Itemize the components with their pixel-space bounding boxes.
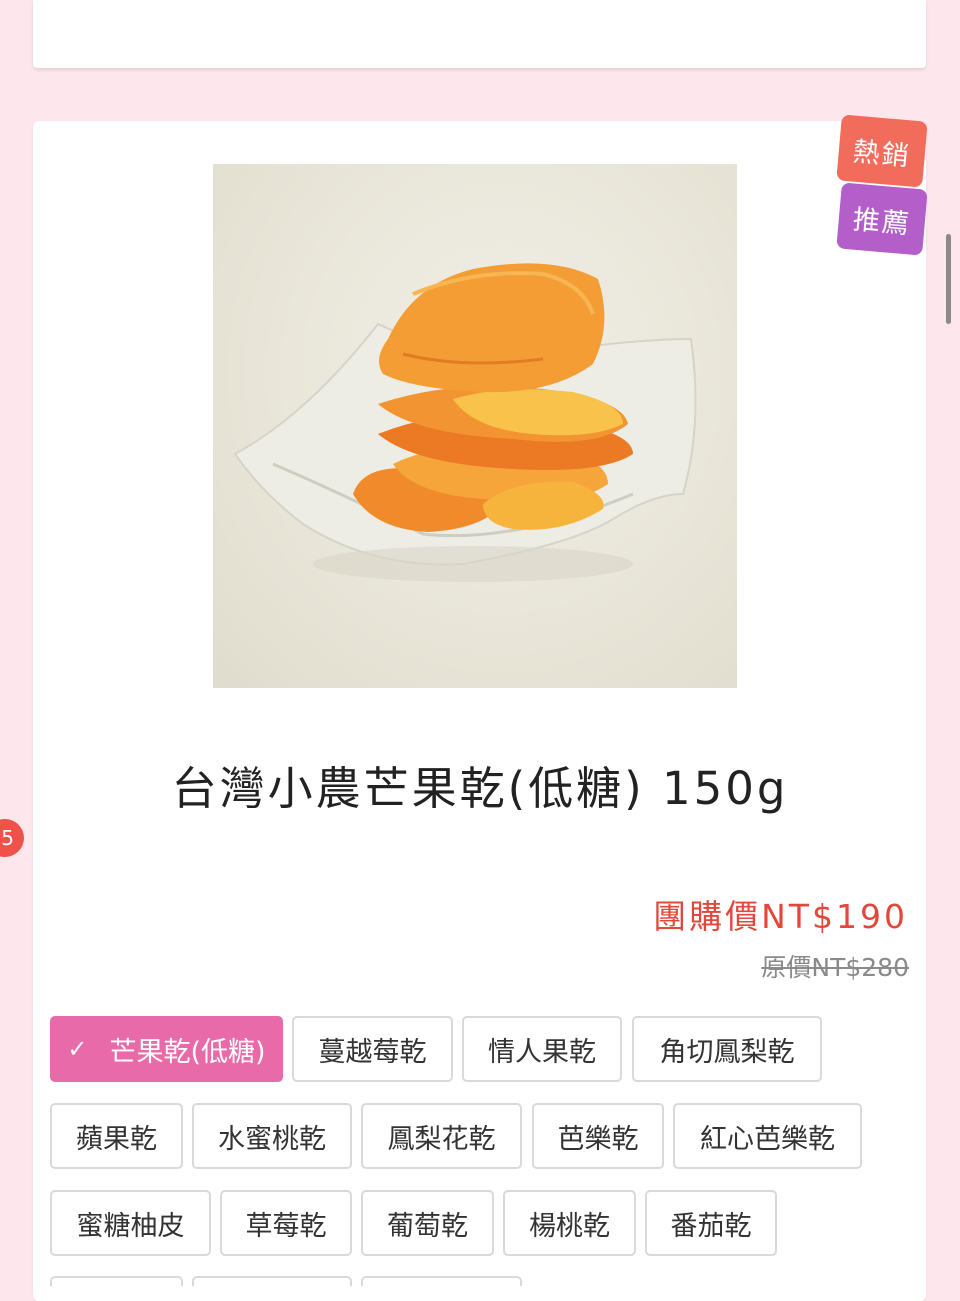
variant-label: 情人果乾 [488,1036,596,1068]
recommend-badge: 推薦 [836,182,928,256]
variant-chip[interactable]: 水蜜桃乾 [192,1103,352,1169]
check-icon: ✓ [67,1035,88,1063]
scrollbar[interactable] [946,234,951,324]
group-price: 團購價NT$190 [653,897,908,936]
variant-label: 蜜糖柚皮 [76,1210,185,1242]
variant-label: 芒果乾(低糖) [109,1036,266,1068]
variant-label: 楊桃乾 [529,1210,610,1242]
variant-label: 草莓乾 [245,1210,327,1242]
previous-product-card [33,0,926,68]
variant-label: 鳳梨花乾 [387,1123,496,1155]
variant-label: 蘋果乾 [76,1123,157,1155]
floating-count-badge[interactable]: 5 [0,819,24,857]
variant-chip-partial[interactable] [192,1276,352,1286]
variant-chip[interactable]: 蘋果乾 [50,1103,183,1169]
variant-label: 葡萄乾 [387,1210,468,1242]
variant-chip[interactable]: 蜜糖柚皮 [50,1190,211,1256]
variant-chip-mango-low-sugar[interactable]: ✓ 芒果乾(低糖) [50,1016,283,1082]
variant-label: 蔓越莓乾 [318,1036,427,1068]
variant-chip[interactable]: 紅心芭樂乾 [673,1103,862,1169]
variant-chip[interactable]: 蔓越莓乾 [292,1016,453,1082]
variant-chip[interactable]: 鳳梨花乾 [361,1103,522,1169]
variant-chip[interactable]: 葡萄乾 [361,1190,494,1256]
variant-chip-partial[interactable] [361,1276,522,1286]
variant-label: 芭樂乾 [557,1123,639,1155]
product-image[interactable] [213,164,737,688]
product-title: 台灣小農芒果乾(低糖) 150g [171,762,789,815]
original-price: 原價NT$280 [761,953,909,982]
variant-chip[interactable]: 芭樂乾 [532,1103,664,1169]
dried-mango-photo-illustration [233,263,697,582]
hot-sale-badge: 熱銷 [836,114,928,188]
variant-chip[interactable]: 楊桃乾 [503,1190,636,1256]
variant-chip[interactable]: 情人果乾 [462,1016,622,1082]
variant-label: 水蜜桃乾 [218,1123,326,1155]
variant-label: 角切鳳梨乾 [659,1036,795,1068]
variant-chip[interactable]: 番茄乾 [645,1190,777,1256]
variant-chip[interactable]: 角切鳳梨乾 [632,1016,822,1082]
variant-label: 紅心芭樂乾 [700,1123,835,1155]
variant-chip-partial[interactable] [50,1276,183,1286]
variant-chip[interactable]: 草莓乾 [220,1190,352,1256]
variant-label: 番茄乾 [670,1210,752,1242]
